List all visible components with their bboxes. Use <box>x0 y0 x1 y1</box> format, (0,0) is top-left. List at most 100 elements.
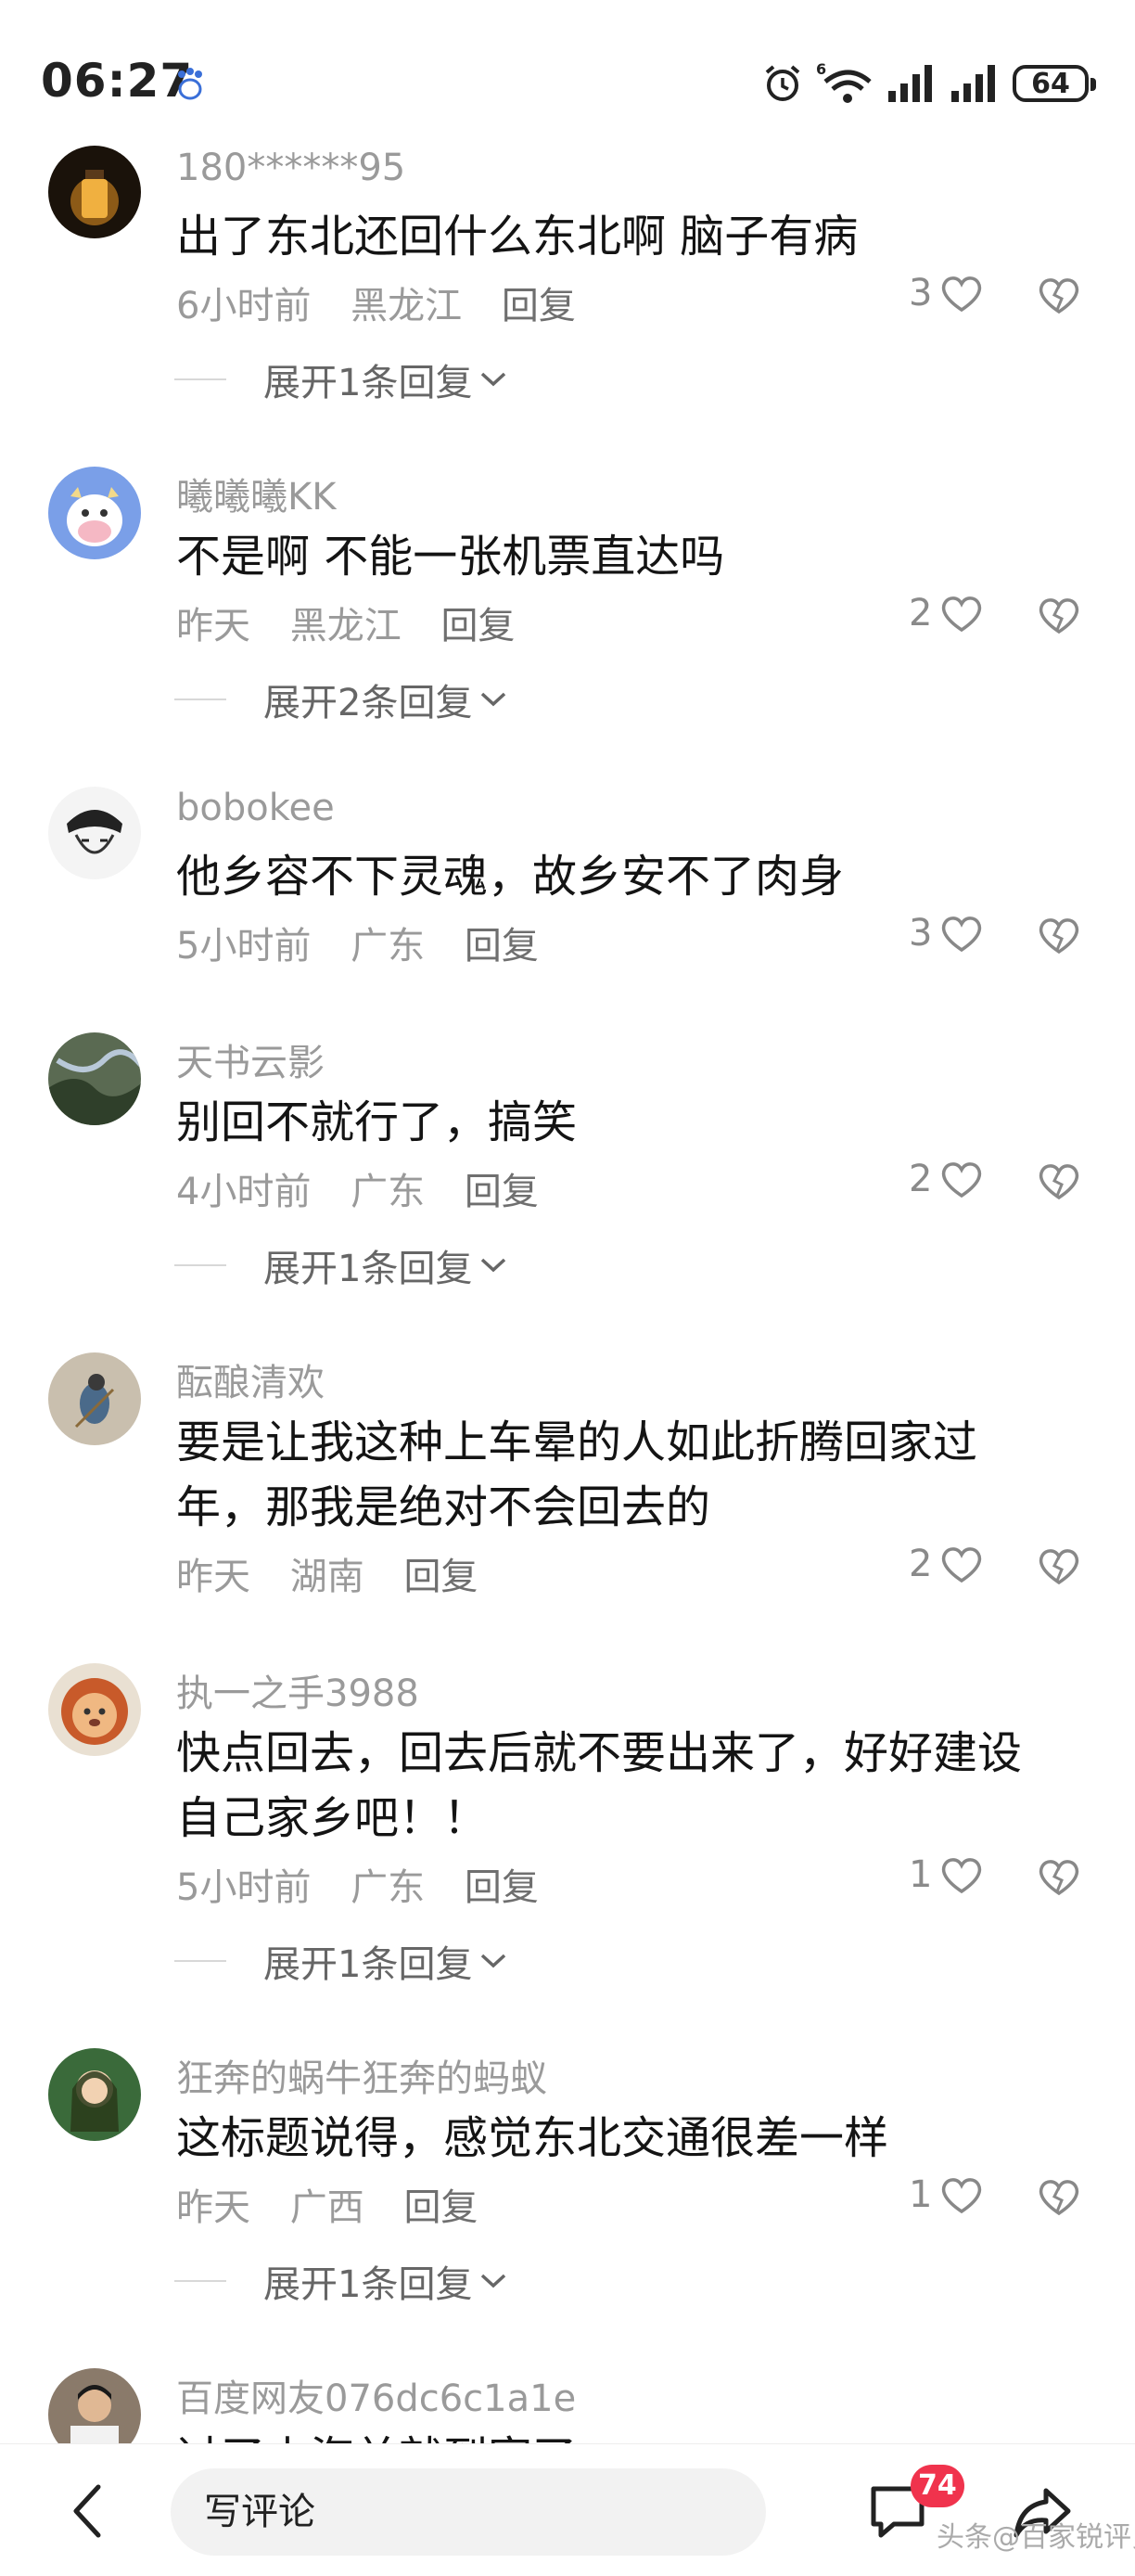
divider-line <box>174 1960 226 1962</box>
avatar[interactable] <box>48 2048 141 2141</box>
comment-input[interactable]: 写评论 <box>171 2468 766 2556</box>
broken-heart-icon[interactable] <box>1037 595 1081 635</box>
comment-meta: 5小时前 广东 回复 <box>176 916 567 969</box>
reply-button[interactable]: 回复 <box>403 1556 478 1598</box>
comment-meta: 昨天 广西 回复 <box>176 2177 505 2231</box>
status-time: 06:27 <box>41 54 194 108</box>
broken-heart-icon[interactable] <box>1037 1545 1081 1586</box>
signal-icon-2 <box>951 65 995 102</box>
like-count: 3 <box>909 912 933 955</box>
username[interactable]: 执一之手3988 <box>176 1663 419 1717</box>
status-bar: 06:27 6 64 <box>0 0 1135 139</box>
comment-meta: 昨天 黑龙江 回复 <box>176 596 542 649</box>
bottom-bar: 写评论 74 <box>0 2443 1135 2576</box>
username[interactable]: 狂奔的蜗牛狂奔的蚂蚁 <box>176 2048 547 2102</box>
status-icons: 6 64 <box>762 58 1096 109</box>
battery-indicator: 64 <box>1013 65 1096 102</box>
comment-time: 6小时前 <box>176 285 312 327</box>
sketch-face-avatar-image <box>48 787 141 879</box>
back-icon[interactable] <box>65 2481 111 2541</box>
reply-button[interactable]: 回复 <box>502 285 576 327</box>
like-count: 1 <box>909 2173 933 2216</box>
comment-text-line: 年，那我是绝对不会回去的 <box>176 1481 711 1533</box>
divider-line <box>174 2280 226 2282</box>
expand-label: 展开1条回复 <box>263 2263 473 2306</box>
cartoon-cow-avatar-image <box>48 467 141 559</box>
comment-text-line: 要是让我这种上车晕的人如此折腾回家过 <box>176 1416 978 1468</box>
username[interactable]: bobokee <box>176 787 335 829</box>
like-button[interactable]: 2 <box>909 1158 984 1200</box>
wifi-icon: 6 <box>816 61 872 103</box>
comment-time: 5小时前 <box>176 1866 312 1909</box>
expand-label: 展开1条回复 <box>263 362 473 404</box>
chevron-down-icon <box>481 372 506 387</box>
comment-time: 5小时前 <box>176 925 312 968</box>
reply-button[interactable]: 回复 <box>465 1171 539 1213</box>
expand-label: 展开1条回复 <box>263 1943 473 1986</box>
divider-line <box>174 698 226 700</box>
like-button[interactable]: 1 <box>909 1853 984 1896</box>
comment-text: 快点回去，回去后就不要出来了，好好建设 自己家乡吧！！ <box>176 1721 1094 1851</box>
heart-icon <box>942 1547 982 1583</box>
like-button[interactable]: 2 <box>909 1543 984 1585</box>
divider-line <box>174 378 226 380</box>
comment-location: 广东 <box>351 925 426 968</box>
comment-text: 他乡容不下灵魂，故乡安不了肉身 <box>176 851 845 903</box>
alarm-icon <box>765 65 800 101</box>
broken-heart-icon[interactable] <box>1037 1160 1081 1201</box>
reply-button[interactable]: 回复 <box>440 605 515 647</box>
broken-heart-icon[interactable] <box>1037 275 1081 315</box>
avatar[interactable] <box>48 1352 141 1445</box>
heart-icon <box>942 596 982 633</box>
broken-heart-icon[interactable] <box>1037 1856 1081 1897</box>
like-count: 2 <box>909 1158 933 1200</box>
reply-button[interactable]: 回复 <box>403 2186 478 2229</box>
username[interactable]: 酝酿清欢 <box>176 1352 325 1406</box>
reply-button[interactable]: 回复 <box>465 925 539 968</box>
baidu-paw-icon <box>178 68 202 100</box>
comment-text: 这标题说得，感觉东北交通很差一样 <box>176 2112 889 2164</box>
wifi-badge: 6 <box>816 61 826 78</box>
comment-time: 昨天 <box>176 605 250 647</box>
expand-replies-button[interactable]: 展开1条回复 <box>174 2254 509 2308</box>
comment-location: 湖南 <box>289 1556 364 1598</box>
comment-text: 出了东北还回什么东北啊 脑子有病 <box>176 211 859 263</box>
like-count: 1 <box>909 1853 933 1896</box>
expand-label: 展开1条回复 <box>263 1248 473 1290</box>
reply-button[interactable]: 回复 <box>465 1866 539 1909</box>
like-button[interactable]: 1 <box>909 2173 984 2216</box>
heart-icon <box>942 276 982 313</box>
username[interactable]: 天书云影 <box>176 1032 325 1086</box>
avatar[interactable] <box>48 787 141 879</box>
bird-avatar-image <box>48 1352 141 1445</box>
chevron-down-icon <box>481 1954 506 1968</box>
comment-time: 昨天 <box>176 1556 250 1598</box>
like-button[interactable]: 3 <box>909 272 984 314</box>
avatar[interactable] <box>48 146 141 238</box>
chevron-down-icon <box>481 692 506 707</box>
like-button[interactable]: 3 <box>909 912 984 955</box>
comment-text: 要是让我这种上车晕的人如此折腾回家过 年，那我是绝对不会回去的 <box>176 1410 1094 1540</box>
heart-icon <box>942 2178 982 2214</box>
username[interactable]: 曦曦曦KK <box>176 467 336 520</box>
broken-heart-icon[interactable] <box>1037 2176 1081 2217</box>
avatar[interactable] <box>48 1032 141 1125</box>
avatar[interactable] <box>48 467 141 559</box>
comment-text: 不是啊 不能一张机票直达吗 <box>176 531 725 583</box>
comment-time: 4小时前 <box>176 1171 312 1213</box>
username[interactable]: 百度网友076dc6c1a1e <box>176 2368 576 2422</box>
comment-location: 广西 <box>289 2186 364 2229</box>
watermark: 头条@百家锐评员 <box>937 2521 1135 2554</box>
expand-replies-button[interactable]: 展开1条回复 <box>174 352 509 406</box>
expand-replies-button[interactable]: 展开2条回复 <box>174 673 509 726</box>
username[interactable]: 180******95 <box>176 147 405 189</box>
chevron-down-icon <box>481 1258 506 1273</box>
signal-icon-1 <box>888 65 932 102</box>
expand-replies-button[interactable]: 展开1条回复 <box>174 1934 509 1988</box>
like-button[interactable]: 2 <box>909 592 984 634</box>
broken-heart-icon[interactable] <box>1037 915 1081 955</box>
avatar[interactable] <box>48 1663 141 1756</box>
comment-location: 黑龙江 <box>351 285 463 327</box>
landscape-avatar-image <box>48 1032 141 1125</box>
expand-replies-button[interactable]: 展开1条回复 <box>174 1238 509 1292</box>
